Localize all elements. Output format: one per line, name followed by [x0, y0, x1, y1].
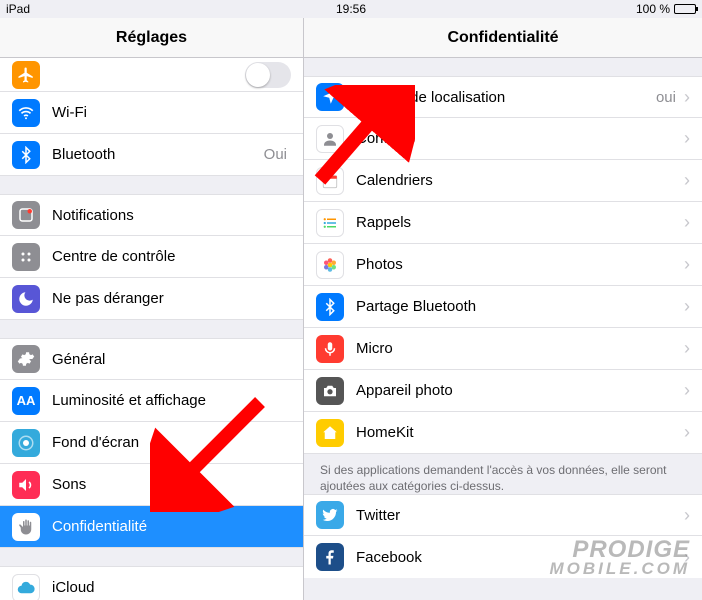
detail-item-mic[interactable]: Micro ›: [304, 328, 702, 370]
chevron-right-icon: ›: [684, 547, 690, 568]
cloud-icon: [12, 574, 40, 600]
chevron-right-icon: ›: [684, 87, 690, 108]
airplane-icon: [12, 61, 40, 89]
detail-item-camera[interactable]: Appareil photo ›: [304, 370, 702, 412]
sidebar-item-label: Fond d'écran: [52, 434, 291, 451]
location-icon: [316, 83, 344, 111]
detail-item-calendars[interactable]: Calendriers ›: [304, 160, 702, 202]
detail-item-photos[interactable]: Photos ›: [304, 244, 702, 286]
reminders-icon: [316, 209, 344, 237]
notifications-icon: [12, 201, 40, 229]
sidebar-item-label: Centre de contrôle: [52, 248, 291, 265]
sidebar-item-label: Notifications: [52, 207, 291, 224]
chevron-right-icon: ›: [684, 170, 690, 191]
sidebar-title: Réglages: [0, 18, 303, 58]
sidebar-item-label: iCloud: [52, 579, 291, 596]
detail-item-reminders[interactable]: Rappels ›: [304, 202, 702, 244]
sidebar-item-general[interactable]: Général: [0, 338, 303, 380]
detail-item-contacts[interactable]: Contacts ›: [304, 118, 702, 160]
hand-icon: [12, 513, 40, 541]
detail-item-label: Twitter: [356, 507, 680, 524]
moon-icon: [12, 285, 40, 313]
twitter-icon: [316, 501, 344, 529]
wifi-icon: [12, 99, 40, 127]
calendar-icon: [316, 167, 344, 195]
detail-item-twitter[interactable]: Twitter ›: [304, 494, 702, 536]
detail-item-label: Rappels: [356, 214, 680, 231]
chevron-right-icon: ›: [684, 296, 690, 317]
sidebar-item-label: Bluetooth: [52, 146, 264, 163]
battery-icon: [674, 4, 696, 14]
detail-item-facebook[interactable]: Facebook ›: [304, 536, 702, 578]
privacy-detail: Confidentialité Service de localisation …: [304, 18, 702, 600]
chevron-right-icon: ›: [684, 338, 690, 359]
bluetooth-share-icon: [316, 293, 344, 321]
bluetooth-icon: [12, 141, 40, 169]
control-center-icon: [12, 243, 40, 271]
sidebar-item-label: Sons: [52, 476, 291, 493]
sidebar-item-icloud[interactable]: iCloud: [0, 566, 303, 600]
device-label: iPad: [6, 2, 30, 16]
wallpaper-icon: [12, 429, 40, 457]
sounds-icon: [12, 471, 40, 499]
sidebar-item-notifications[interactable]: Notifications: [0, 194, 303, 236]
detail-item-label: HomeKit: [356, 424, 680, 441]
sidebar-item-bluetooth[interactable]: Bluetooth Oui: [0, 134, 303, 176]
sidebar-item-airplane[interactable]: [0, 58, 303, 92]
camera-icon: [316, 377, 344, 405]
sidebar-item-label: Luminosité et affichage: [52, 392, 291, 409]
sidebar-item-label: Général: [52, 351, 291, 368]
sidebar-item-control-center[interactable]: Centre de contrôle: [0, 236, 303, 278]
settings-sidebar: Réglages Wi-Fi: [0, 18, 304, 600]
chevron-right-icon: ›: [684, 380, 690, 401]
detail-item-label: Photos: [356, 256, 680, 273]
detail-item-label: Calendriers: [356, 172, 680, 189]
status-bar: iPad 19:56 100 %: [0, 0, 702, 18]
sidebar-item-wallpaper[interactable]: Fond d'écran: [0, 422, 303, 464]
clock: 19:56: [336, 2, 366, 16]
detail-item-label: Facebook: [356, 549, 680, 566]
detail-item-homekit[interactable]: HomeKit ›: [304, 412, 702, 454]
gear-icon: [12, 345, 40, 373]
chevron-right-icon: ›: [684, 212, 690, 233]
detail-item-label: Micro: [356, 340, 680, 357]
detail-item-label: Contacts: [356, 130, 680, 147]
sidebar-item-dnd[interactable]: Ne pas déranger: [0, 278, 303, 320]
sidebar-item-privacy[interactable]: Confidentialité: [0, 506, 303, 548]
sidebar-item-display[interactable]: AA Luminosité et affichage: [0, 380, 303, 422]
detail-item-bt-share[interactable]: Partage Bluetooth ›: [304, 286, 702, 328]
battery-indicator: 100 %: [636, 2, 696, 16]
home-icon: [316, 419, 344, 447]
group-footer-note: Si des applications demandent l'accès à …: [304, 454, 702, 494]
detail-item-value: oui: [656, 89, 676, 106]
chevron-right-icon: ›: [684, 254, 690, 275]
chevron-right-icon: ›: [684, 505, 690, 526]
sidebar-item-wifi[interactable]: Wi-Fi: [0, 92, 303, 134]
chevron-right-icon: ›: [684, 422, 690, 443]
photos-icon: [316, 251, 344, 279]
mic-icon: [316, 335, 344, 363]
facebook-icon: [316, 543, 344, 571]
detail-item-label: Partage Bluetooth: [356, 298, 680, 315]
sidebar-item-label: Wi-Fi: [52, 104, 287, 121]
detail-title: Confidentialité: [304, 18, 702, 58]
sidebar-item-sounds[interactable]: Sons: [0, 464, 303, 506]
detail-item-location[interactable]: Service de localisation oui ›: [304, 76, 702, 118]
sidebar-item-label: Confidentialité: [52, 518, 291, 535]
display-icon: AA: [12, 387, 40, 415]
battery-percent: 100 %: [636, 2, 670, 16]
detail-item-label: Service de localisation: [356, 89, 656, 106]
contacts-icon: [316, 125, 344, 153]
sidebar-item-value: Oui: [264, 146, 287, 163]
sidebar-item-label: Ne pas déranger: [52, 290, 291, 307]
detail-item-label: Appareil photo: [356, 382, 680, 399]
chevron-right-icon: ›: [684, 128, 690, 149]
airplane-toggle[interactable]: [245, 62, 291, 88]
